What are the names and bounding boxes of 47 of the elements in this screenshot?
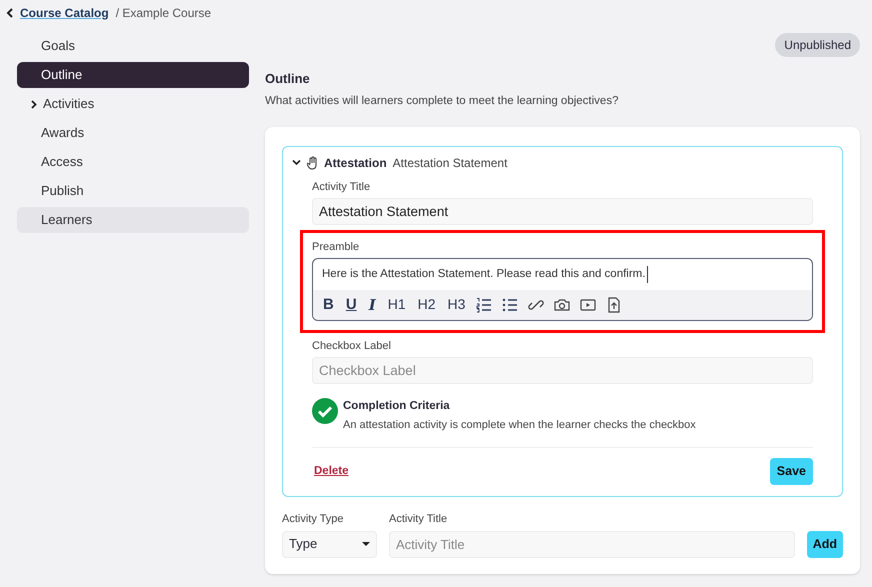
input-field[interactable]: Checkbox Label bbox=[312, 357, 813, 384]
underline-button[interactable]: U bbox=[344, 294, 358, 316]
section-title: Outline bbox=[265, 70, 311, 88]
add-button[interactable]: Add bbox=[806, 530, 843, 558]
sidebar-item[interactable]: Publish bbox=[17, 178, 249, 204]
back-chevron-icon[interactable] bbox=[6, 8, 14, 18]
sidebar-item[interactable]: Goals bbox=[17, 33, 249, 59]
rich-text-editor[interactable]: Here is the Attestation Statement. Please read this and confirm. B U I H1 H2 H3 bbox=[312, 258, 813, 321]
chevron-icon[interactable] bbox=[31, 100, 37, 108]
status-badge: Unpublished bbox=[775, 33, 860, 57]
chevron-icon[interactable] bbox=[292, 159, 301, 166]
numbered-list-icon[interactable] bbox=[476, 296, 492, 313]
sidebar-item[interactable]: Activities bbox=[17, 91, 249, 117]
sidebar-item[interactable]: Learners bbox=[17, 207, 249, 233]
section-subtitle: What activities will learners complete to meet the learning objectives? bbox=[265, 94, 620, 108]
heading-button[interactable]: H1 bbox=[386, 294, 407, 316]
activity-type: Attestation bbox=[324, 154, 387, 172]
field-label: Activity Title bbox=[389, 512, 448, 527]
input-field[interactable]: Attestation Statement bbox=[312, 198, 813, 226]
sidebar-item[interactable]: Outline bbox=[17, 62, 249, 88]
bold-button[interactable]: B bbox=[322, 294, 335, 316]
sidebar-item[interactable]: Access bbox=[17, 149, 249, 175]
field-label: Activity Type bbox=[282, 512, 345, 527]
sidebar-item[interactable]: Awards bbox=[17, 120, 249, 146]
field-label: Activity Title bbox=[312, 180, 372, 195]
hand-icon bbox=[307, 156, 318, 170]
breadcrumb-current: / Example Course bbox=[116, 4, 212, 22]
field-label: Checkbox Label bbox=[312, 338, 392, 354]
activity-name: Attestation Statement bbox=[392, 154, 508, 172]
file-upload-icon[interactable] bbox=[606, 296, 622, 313]
video-icon[interactable] bbox=[580, 296, 596, 313]
criteria-title: Completion Criteria bbox=[343, 399, 451, 414]
breadcrumb-link[interactable]: Course Catalog bbox=[20, 4, 109, 22]
check-circle-icon bbox=[312, 398, 338, 424]
editor-text: Here is the Attestation Statement. Please read this and confirm. bbox=[322, 266, 648, 284]
save-button[interactable]: Save bbox=[770, 458, 813, 485]
bullet-list-icon[interactable] bbox=[502, 296, 518, 313]
type-dropdown[interactable]: Type bbox=[282, 530, 377, 558]
camera-icon[interactable] bbox=[554, 296, 570, 313]
input-field[interactable]: Activity Title bbox=[389, 530, 795, 558]
italic-button[interactable]: I bbox=[368, 294, 377, 316]
caret-icon bbox=[362, 542, 370, 546]
delete-link[interactable]: Delete bbox=[314, 462, 349, 480]
heading-button[interactable]: H3 bbox=[446, 294, 466, 316]
field-label: Preamble bbox=[312, 240, 360, 256]
criteria-text: An attestation activity is complete when the learner checks the checkbox bbox=[343, 418, 696, 432]
heading-button[interactable]: H2 bbox=[416, 294, 437, 316]
